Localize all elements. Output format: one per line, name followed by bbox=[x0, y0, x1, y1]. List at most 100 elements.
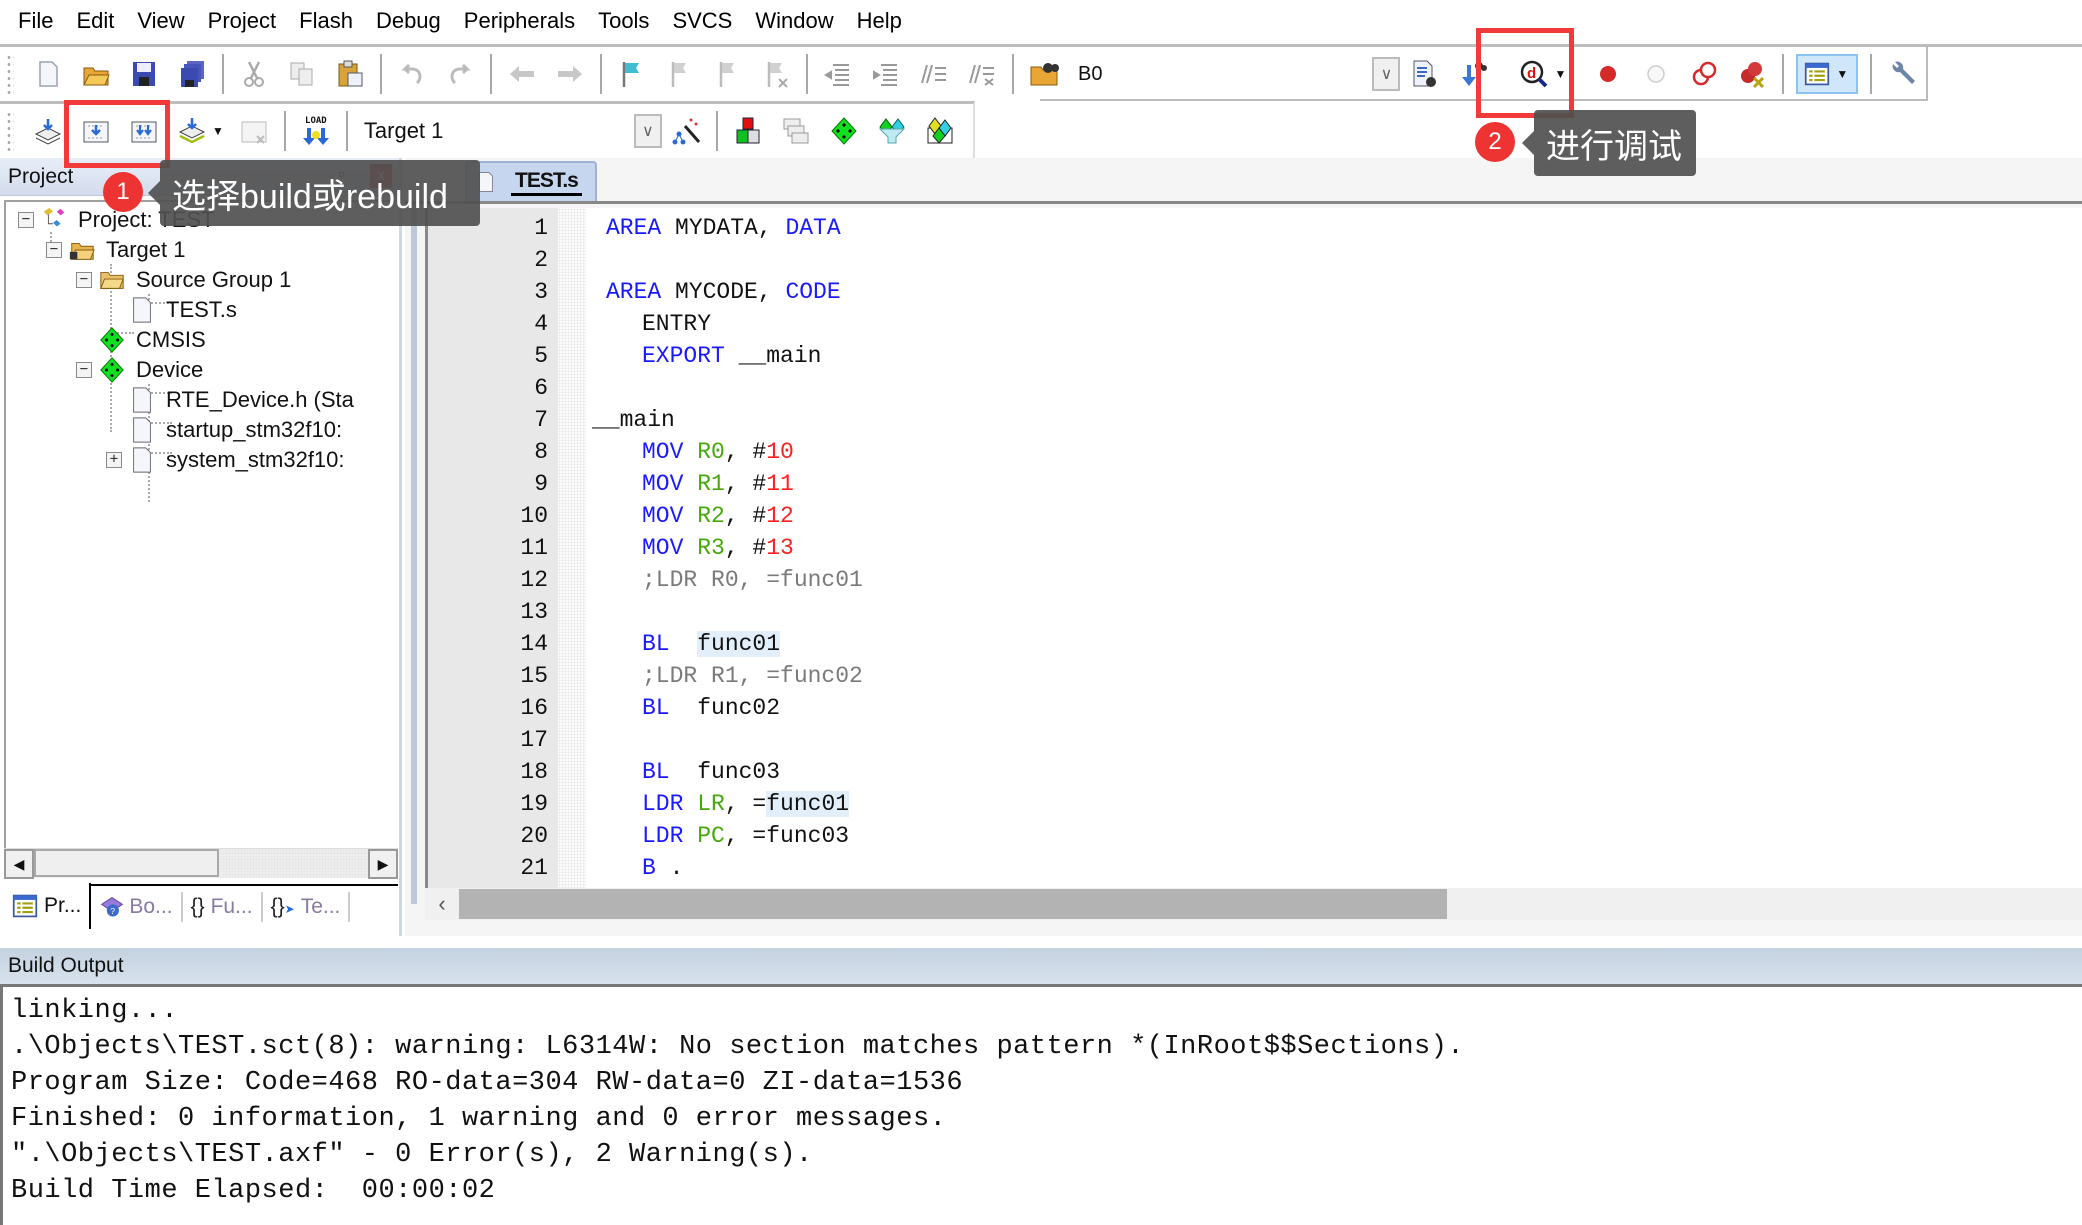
code-line[interactable]: 10 MOV R2, #12 bbox=[428, 500, 793, 532]
code-line[interactable]: 11 MOV R3, #13 bbox=[428, 532, 793, 564]
stop-build-button[interactable] bbox=[236, 111, 272, 151]
window-layout-dropdown-arrow[interactable]: ▼ bbox=[1836, 67, 1848, 81]
code-line[interactable]: 12 ;LDR R0, =func01 bbox=[428, 564, 862, 596]
new-file-button[interactable] bbox=[30, 54, 66, 94]
clear-bookmarks-button[interactable] bbox=[758, 54, 794, 94]
code-line[interactable]: 3 AREA MYCODE, CODE bbox=[428, 276, 840, 308]
menu-edit[interactable]: Edit bbox=[66, 8, 127, 34]
collapse-toggle[interactable]: − bbox=[46, 242, 62, 258]
tree-item-file[interactable]: + system_stm32f10: bbox=[106, 442, 345, 478]
nav-forward-button[interactable] bbox=[552, 54, 588, 94]
enable-breakpoint-button[interactable] bbox=[1638, 54, 1674, 94]
target-options-button[interactable] bbox=[668, 111, 704, 151]
prev-bookmark-button[interactable] bbox=[662, 54, 698, 94]
kill-all-breakpoints-button[interactable] bbox=[1734, 54, 1770, 94]
code-line[interactable]: 21 B . bbox=[428, 852, 683, 884]
scroll-thumb[interactable] bbox=[459, 889, 1447, 919]
scroll-left-arrow[interactable]: ‹ bbox=[425, 891, 459, 917]
tab-templates[interactable]: {}➤ Te... bbox=[263, 885, 349, 929]
tree-horizontal-scrollbar[interactable]: ◀ ▶ bbox=[4, 848, 398, 879]
code-line[interactable]: 6 bbox=[428, 372, 552, 404]
incremental-find-button[interactable] bbox=[1454, 54, 1490, 94]
expand-toggle[interactable]: + bbox=[106, 452, 122, 468]
find-document-button[interactable] bbox=[1406, 54, 1442, 94]
code-line[interactable]: 13 bbox=[428, 596, 552, 628]
insert-breakpoint-button[interactable] bbox=[1590, 54, 1626, 94]
scroll-right-arrow[interactable]: ▶ bbox=[368, 849, 398, 879]
find-in-files-button[interactable] bbox=[1026, 54, 1062, 94]
find-text[interactable]: B0 bbox=[1078, 63, 1102, 86]
code-line[interactable]: 16 BL func02 bbox=[428, 692, 780, 724]
collapse-toggle[interactable]: − bbox=[18, 212, 34, 228]
redo-button[interactable] bbox=[442, 54, 478, 94]
manage-project-items-button[interactable] bbox=[778, 111, 814, 151]
collapse-toggle[interactable]: − bbox=[76, 272, 92, 288]
menu-project[interactable]: Project bbox=[198, 8, 289, 34]
menu-file[interactable]: File bbox=[8, 8, 66, 34]
menu-flash[interactable]: Flash bbox=[289, 8, 366, 34]
code-line[interactable]: 4 ENTRY bbox=[428, 308, 711, 340]
window-layout-button[interactable]: ▼ bbox=[1796, 54, 1859, 94]
collapse-toggle[interactable]: − bbox=[76, 362, 92, 378]
undo-button[interactable] bbox=[394, 54, 430, 94]
target-dropdown[interactable]: ∨ bbox=[633, 114, 662, 148]
editor-horizontal-scrollbar[interactable]: ‹ bbox=[425, 888, 2082, 920]
bookmark-button[interactable] bbox=[614, 54, 650, 94]
menu-tools[interactable]: Tools bbox=[588, 8, 662, 34]
code-line[interactable]: 2 bbox=[428, 244, 552, 276]
code-line[interactable]: 7 __main bbox=[428, 404, 675, 436]
indent-button[interactable] bbox=[820, 54, 856, 94]
editor-tab-test-s[interactable]: TEST.s bbox=[465, 161, 597, 201]
save-all-button[interactable] bbox=[174, 54, 210, 94]
start-debug-button[interactable]: d bbox=[1516, 54, 1552, 94]
find-combo-dropdown[interactable]: ∨ bbox=[1372, 57, 1401, 91]
download-button[interactable]: LOAD bbox=[298, 111, 334, 151]
next-bookmark-button[interactable] bbox=[710, 54, 746, 94]
menu-svcs[interactable]: SVCS bbox=[662, 8, 745, 34]
menu-help[interactable]: Help bbox=[847, 8, 915, 34]
tab-project[interactable]: Pr... bbox=[4, 883, 92, 929]
copy-button[interactable] bbox=[284, 54, 320, 94]
paste-button[interactable] bbox=[332, 54, 368, 94]
cut-button[interactable] bbox=[236, 54, 272, 94]
breakpoint-margin[interactable] bbox=[558, 208, 586, 888]
tab-books[interactable]: ? Bo... bbox=[91, 885, 180, 929]
batch-build-button[interactable] bbox=[174, 111, 210, 151]
toolbar-grip[interactable] bbox=[6, 54, 14, 94]
code-line[interactable]: 9 MOV R1, #11 bbox=[428, 468, 794, 500]
scroll-left-arrow[interactable]: ◀ bbox=[4, 849, 34, 879]
translate-button[interactable] bbox=[30, 111, 66, 151]
tab-functions[interactable]: {} Fu... bbox=[183, 885, 261, 929]
build-button[interactable] bbox=[78, 111, 114, 151]
unindent-button[interactable] bbox=[868, 54, 904, 94]
code-line[interactable]: 19 LDR LR, =func01 bbox=[428, 788, 850, 820]
select-packs-button[interactable] bbox=[826, 111, 862, 151]
code-line[interactable]: 8 MOV R0, #10 bbox=[428, 436, 794, 468]
comment-button[interactable] bbox=[916, 54, 952, 94]
menu-window[interactable]: Window bbox=[745, 8, 846, 34]
toolbar-grip[interactable] bbox=[6, 111, 14, 151]
scroll-track[interactable] bbox=[219, 849, 368, 878]
uncomment-button[interactable] bbox=[964, 54, 1000, 94]
nav-back-button[interactable] bbox=[504, 54, 540, 94]
build-output-text[interactable]: linking... .\Objects\TEST.sct(8): warnin… bbox=[0, 984, 2082, 1225]
code-editor[interactable]: 1 AREA MYDATA, DATA 2 3 AREA MYCODE, CODE 4 EN… bbox=[425, 208, 2082, 888]
menu-debug[interactable]: Debug bbox=[366, 8, 454, 34]
code-line[interactable]: 5 EXPORT __main bbox=[428, 340, 821, 372]
open-file-button[interactable] bbox=[78, 54, 114, 94]
scroll-thumb[interactable] bbox=[34, 849, 219, 877]
pack-installer-button[interactable] bbox=[922, 111, 958, 151]
target-select[interactable]: Target 1 bbox=[364, 118, 624, 144]
menu-peripherals[interactable]: Peripherals bbox=[454, 8, 588, 34]
rebuild-button[interactable] bbox=[126, 111, 162, 151]
save-button[interactable] bbox=[126, 54, 162, 94]
configure-button[interactable] bbox=[1884, 54, 1920, 94]
menu-view[interactable]: View bbox=[127, 8, 197, 34]
run-time-environment-button[interactable] bbox=[874, 111, 910, 151]
batch-build-dropdown-arrow[interactable]: ▼ bbox=[212, 124, 224, 138]
debug-dropdown-arrow[interactable]: ▼ bbox=[1554, 67, 1566, 81]
manage-components-button[interactable] bbox=[730, 111, 766, 151]
code-line[interactable]: 20 LDR PC, =func03 bbox=[428, 820, 849, 852]
code-line[interactable]: 15 ;LDR R1, =func02 bbox=[428, 660, 862, 692]
disable-all-breakpoints-button[interactable] bbox=[1686, 54, 1722, 94]
